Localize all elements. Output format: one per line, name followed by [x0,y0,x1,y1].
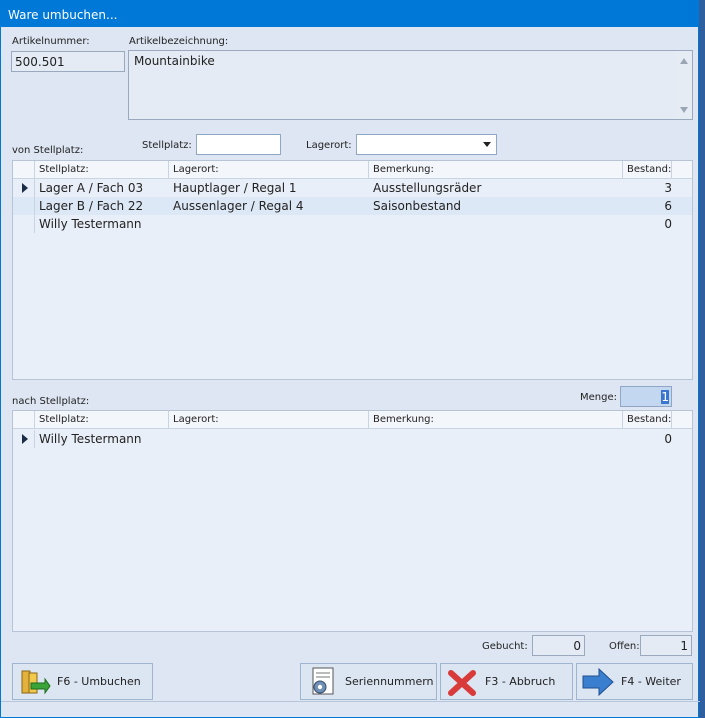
to-col-stellplatz[interactable]: Stellplatz: [35,411,169,428]
from-col-bestand[interactable]: Bestand: [623,161,672,178]
from-col-bemerkung[interactable]: Bemerkung: [369,161,623,178]
row-selector[interactable] [13,197,35,215]
cell-lagerort [169,215,369,233]
cell-stellplatz: Willy Testermann [39,217,142,231]
cell-bestand: 0 [664,217,672,231]
seriennummern-button[interactable]: Seriennummern [300,663,437,700]
weiter-button[interactable]: F4 - Weiter [576,663,693,700]
from-stock-grid[interactable]: Stellplatz: Lagerort: Bemerkung: Bestand… [12,160,693,380]
to-col-bestand[interactable]: Bestand: [623,411,672,428]
cell-bestand: 3 [664,181,672,195]
seriennummern-label: Seriennummern [345,675,434,688]
cell-stellplatz: Lager A / Fach 03 [39,181,144,195]
table-row[interactable]: Willy Testermann 0 [13,430,692,448]
cell-bestand: 0 [664,432,672,446]
current-row-icon [22,183,28,193]
article-description-label: Artikelbezeichnung: [129,36,229,47]
from-stellplatz-input[interactable] [196,134,281,155]
from-grid-header: Stellplatz: Lagerort: Bemerkung: Bestand… [13,161,692,179]
abbruch-button[interactable]: F3 - Abbruch [440,663,573,700]
scroll-up-icon[interactable] [680,58,688,64]
cell-lagerort: Aussenlager / Regal 4 [173,199,304,213]
window-title: Ware umbuchen... [8,8,118,22]
cell-lagerort [169,430,369,448]
close-icon [445,667,479,697]
scroll-down-icon[interactable] [680,107,688,113]
to-section-label: nach Stellplatz: [12,396,90,407]
cell-bestand: 6 [664,199,672,213]
from-lagerort-label: Lagerort: [306,140,352,151]
abbruch-label: F3 - Abbruch [485,675,556,688]
offen-field[interactable]: 1 [640,635,692,656]
row-selector-header [13,161,35,178]
menge-value: 1 [661,390,669,404]
article-number-label: Artikelnummer: [12,36,90,47]
document-gear-icon [305,667,339,697]
chevron-down-icon[interactable] [478,135,496,154]
offen-label: Offen: [609,641,640,652]
from-section-label: von Stellplatz: [12,145,84,156]
from-col-stellplatz[interactable]: Stellplatz: [35,161,169,178]
menge-label: Menge: [580,392,617,403]
table-row[interactable]: Willy Testermann 0 [13,215,692,233]
table-row[interactable]: Lager B / Fach 22 Aussenlager / Regal 4 … [13,197,692,215]
weiter-label: F4 - Weiter [621,675,681,688]
from-col-lagerort[interactable]: Lagerort: [169,161,369,178]
from-stellplatz-label: Stellplatz: [142,140,192,151]
to-stock-grid[interactable]: Stellplatz: Lagerort: Bemerkung: Bestand… [12,410,693,632]
row-selector-header [13,411,35,428]
gebucht-label: Gebucht: [482,641,528,652]
gebucht-field[interactable]: 0 [532,635,585,656]
article-number-field[interactable]: 500.501 [11,51,125,72]
dialog-window: Ware umbuchen... Artikelnummer: 500.501 … [0,0,700,718]
to-col-lagerort[interactable]: Lagerort: [169,411,369,428]
menge-input[interactable]: 1 [620,386,672,407]
cell-stellplatz: Willy Testermann [39,432,142,446]
article-description-text: Mountainbike [134,54,215,68]
table-row[interactable]: Lager A / Fach 03 Hauptlager / Regal 1 A… [13,179,692,197]
title-bar[interactable]: Ware umbuchen... [1,1,699,27]
umbuchen-button[interactable]: F6 - Umbuchen [12,663,153,700]
status-divider [1,701,700,702]
description-scrollbar[interactable] [676,51,692,119]
article-description-field[interactable]: Mountainbike [128,50,693,120]
arrow-right-icon [581,667,615,697]
to-grid-header: Stellplatz: Lagerort: Bemerkung: Bestand… [13,411,692,429]
row-selector[interactable] [13,430,35,448]
from-lagerort-select[interactable] [356,134,497,155]
to-col-bemerkung[interactable]: Bemerkung: [369,411,623,428]
cell-stellplatz: Lager B / Fach 22 [39,199,144,213]
row-selector[interactable] [13,215,35,233]
row-selector[interactable] [13,179,35,197]
book-transfer-icon [17,667,51,697]
current-row-icon [22,434,28,444]
umbuchen-label: F6 - Umbuchen [57,675,141,688]
cell-lagerort: Hauptlager / Regal 1 [173,181,297,195]
